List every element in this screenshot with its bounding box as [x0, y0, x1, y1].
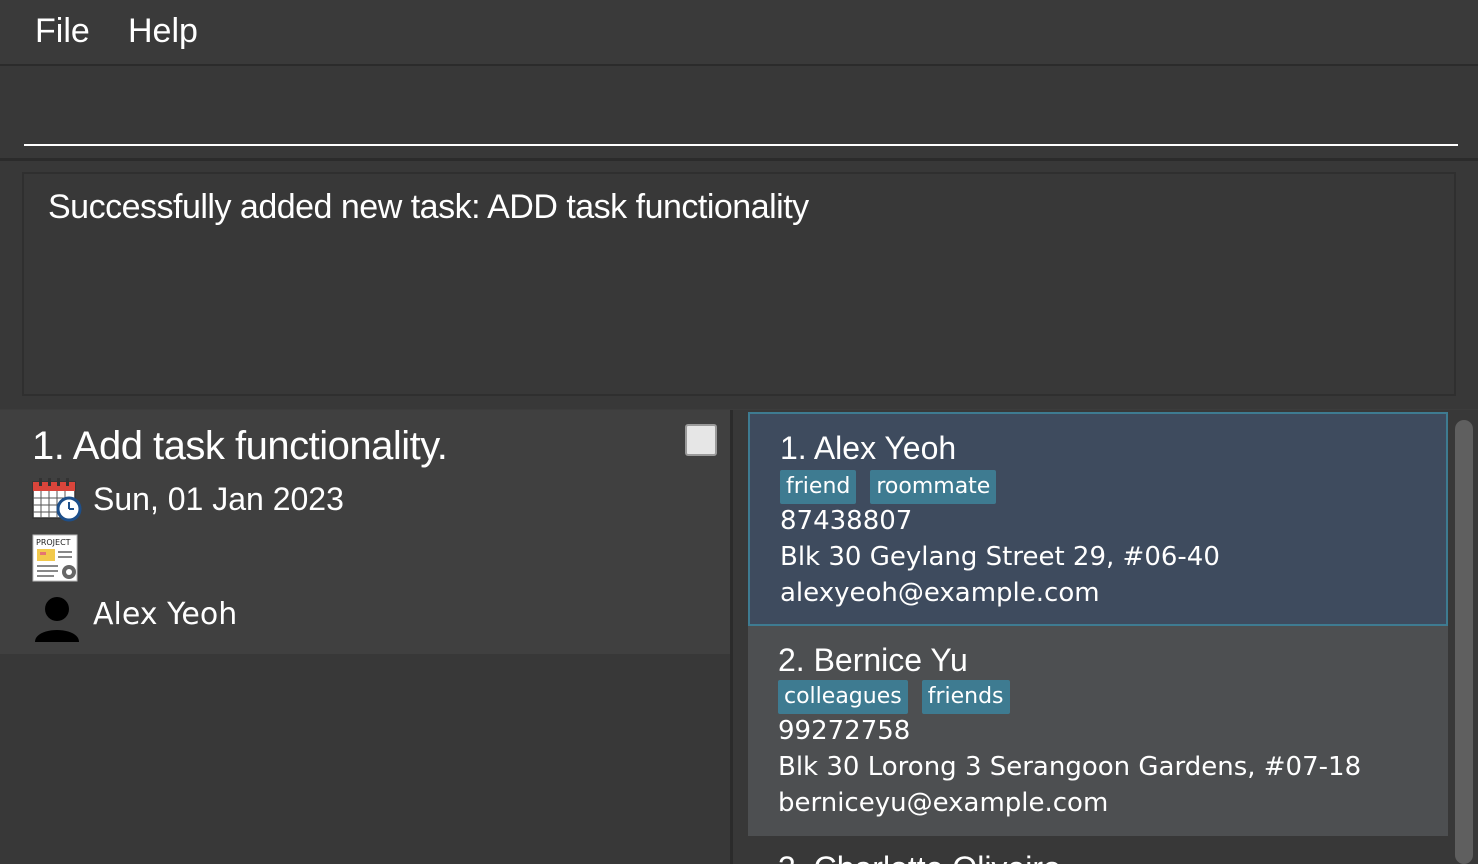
task-done-checkbox[interactable]: [685, 424, 717, 456]
person-card[interactable]: 3. Charlotte Oliveiro: [748, 836, 1448, 864]
menu-help[interactable]: Help: [128, 12, 198, 51]
result-display: Successfully added new task: ADD task fu…: [22, 172, 1456, 396]
task-date: Sun, 01 Jan 2023: [93, 481, 344, 517]
menu-file[interactable]: File: [35, 12, 90, 51]
person-icon: [35, 597, 79, 642]
tag: friends: [921, 680, 1010, 714]
project-document-icon: PROJECT: [32, 534, 78, 582]
calendar-clock-icon: [32, 478, 82, 522]
scrollbar-thumb[interactable]: [1455, 420, 1473, 864]
person-name: 2. Bernice Yu: [778, 642, 968, 678]
project-icon-label: PROJECT: [36, 538, 71, 547]
result-display-pane: Successfully added new task: ADD task fu…: [0, 161, 1478, 409]
person-address: Blk 30 Geylang Street 29, #06-40: [780, 542, 1220, 572]
person-name: 1. Alex Yeoh: [780, 430, 957, 466]
person-card[interactable]: 2. Bernice Yu colleagues friends 9927275…: [748, 626, 1448, 836]
task-list-pane[interactable]: 1. Add task functionality. Sun, 01 Jan 2…: [0, 410, 730, 864]
person-address: Blk 30 Lorong 3 Serangoon Gardens, #07-1…: [778, 752, 1362, 782]
tag: friend: [780, 470, 857, 504]
person-email: alexyeoh@example.com: [780, 578, 1100, 608]
menu-bar: File Help: [0, 0, 1478, 66]
person-list-pane[interactable]: 1. Alex Yeoh friend roommate 87438807 Bl…: [733, 410, 1478, 864]
command-box-pane: [0, 66, 1478, 161]
person-card[interactable]: 1. Alex Yeoh friend roommate 87438807 Bl…: [748, 412, 1448, 626]
tag: roommate: [870, 470, 997, 504]
tag: colleagues: [778, 680, 908, 714]
person-name: 3. Charlotte Oliveiro: [778, 850, 1061, 864]
result-message: Successfully added new task: ADD task fu…: [48, 188, 809, 226]
person-tags: colleagues friends: [778, 680, 1010, 714]
task-title: 1. Add task functionality.: [32, 424, 448, 468]
task-assignee: Alex Yeoh: [93, 597, 238, 632]
app-window: File Help Successfully added new task: A…: [0, 0, 1478, 864]
person-phone: 87438807: [780, 506, 913, 536]
person-tags: friend roommate: [780, 470, 997, 504]
command-input[interactable]: [24, 82, 1458, 146]
person-phone: 99272758: [778, 716, 911, 746]
task-card[interactable]: 1. Add task functionality. Sun, 01 Jan 2…: [0, 410, 730, 654]
person-email: berniceyu@example.com: [778, 788, 1109, 818]
